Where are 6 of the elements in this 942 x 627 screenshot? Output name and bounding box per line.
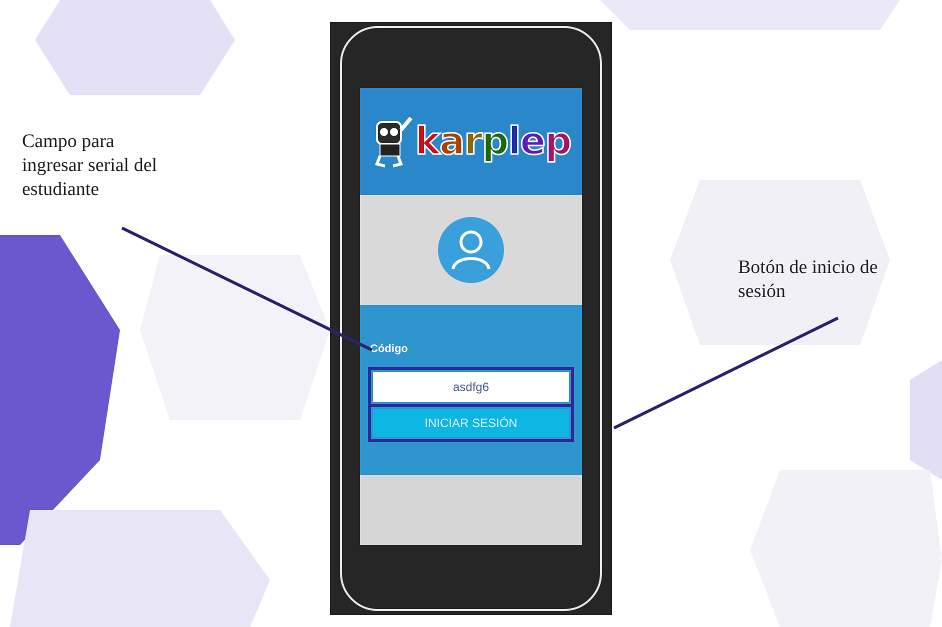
code-input-field[interactable]: asdfg6 <box>373 372 569 402</box>
app-logo: karplep <box>415 118 571 165</box>
code-label: Código <box>369 342 409 357</box>
callout-text: Campo para ingresar serial del estudiante <box>22 130 158 202</box>
callout-text: Botón de inicio de sesión <box>738 256 879 304</box>
user-avatar-icon <box>438 217 504 283</box>
